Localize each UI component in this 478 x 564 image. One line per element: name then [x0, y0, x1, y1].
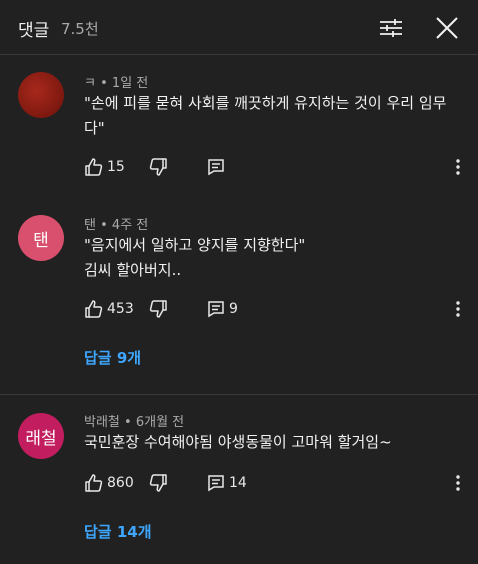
comment-text: 국민훈장 수여해야됨 야생동물이 고마워 할거임~: [84, 430, 469, 455]
reply-count: 14: [229, 475, 247, 491]
avatar[interactable]: 래철: [18, 413, 64, 459]
comment-line: 국민훈장 수여해야됨 야생동물이 고마워 할거임~: [84, 433, 392, 451]
comment-time[interactable]: 6개월 전: [136, 415, 184, 430]
comment-item: 래철 박래철 • 6개월 전 국민훈장 수여해야됨 야생동물이 고마워 할거임~…: [0, 0, 478, 564]
comment-meta: 박래철 • 6개월 전: [84, 411, 184, 430]
like-count: 860: [107, 475, 134, 491]
more-actions-button[interactable]: [448, 473, 468, 493]
thumbs-down-icon: [149, 474, 167, 492]
comment-author[interactable]: 박래철: [84, 415, 120, 430]
view-replies-link[interactable]: 답글 14개: [84, 521, 152, 542]
reply-button[interactable]: [206, 473, 226, 493]
avatar-initials: 래철: [25, 428, 57, 449]
dislike-button[interactable]: [148, 473, 168, 493]
comment-actions: 860 14: [0, 473, 478, 497]
reply-icon: [208, 475, 224, 492]
thumbs-up-icon: [85, 474, 103, 492]
like-button[interactable]: [84, 473, 104, 493]
meta-separator: •: [124, 415, 132, 430]
more-vertical-icon: [456, 475, 460, 491]
